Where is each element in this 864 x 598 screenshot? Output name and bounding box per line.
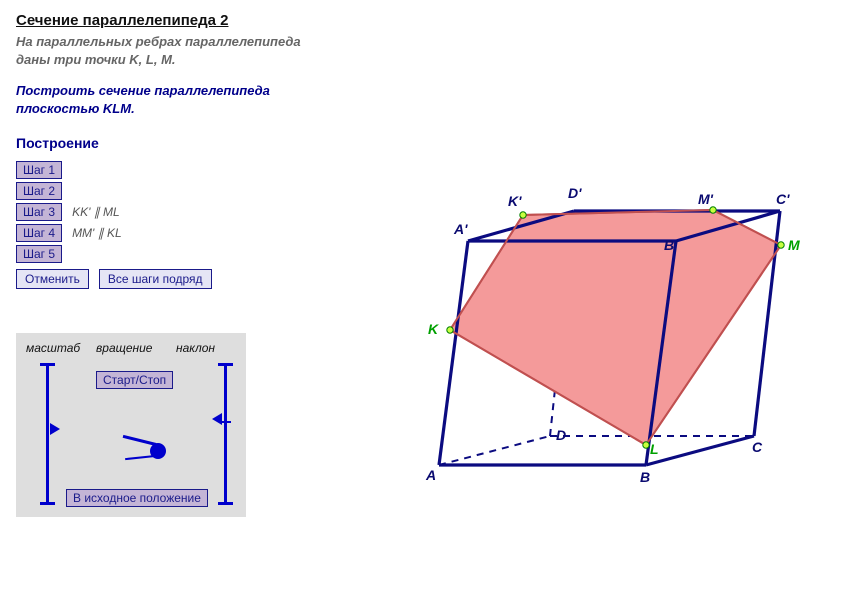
task-line2: плоскостью KLM. xyxy=(16,101,135,116)
control-panel: масштаб вращение наклон Старт/Стоп xyxy=(16,333,246,517)
rotation-dial[interactable] xyxy=(126,429,176,469)
problem-task: Построить сечение параллелепипеда плоско… xyxy=(16,82,848,117)
cancel-button[interactable]: Отменить xyxy=(16,269,89,289)
label-B: B xyxy=(640,469,650,485)
task-line1: Построить сечение параллелепипеда xyxy=(16,83,270,98)
label-Bp: B' xyxy=(664,237,677,253)
label-K: K xyxy=(428,321,438,337)
start-stop-button[interactable]: Старт/Стоп xyxy=(96,371,173,389)
label-A: A xyxy=(426,467,436,483)
step-3-button[interactable]: Шаг 3 xyxy=(16,203,62,221)
tilt-slider-thumb[interactable] xyxy=(212,413,222,425)
scale-slider[interactable] xyxy=(40,363,54,505)
label-Mp: M' xyxy=(698,191,713,207)
step-3-note: KK' ∥ ML xyxy=(72,205,120,219)
diagram[interactable]: A' K' D' B' M' C' M K D L A B C xyxy=(376,155,816,515)
step-5-button[interactable]: Шаг 5 xyxy=(16,245,62,263)
scale-slider-thumb[interactable] xyxy=(50,423,60,435)
reset-button[interactable]: В исходное положение xyxy=(66,489,208,507)
label-M: M xyxy=(788,237,800,253)
scale-label: масштаб xyxy=(26,341,96,355)
parallelepiped-svg xyxy=(376,155,816,515)
problem-given: На параллельных ребрах параллелепипеда д… xyxy=(16,33,848,68)
page-title: Сечение параллелепипеда 2 xyxy=(16,12,848,29)
construction-heading: Построение xyxy=(16,135,336,151)
label-L: L xyxy=(650,441,659,457)
rotation-label: вращение xyxy=(96,341,176,355)
tilt-label: наклон xyxy=(176,341,236,355)
given-line1: На параллельных ребрах параллелепипеда xyxy=(16,34,301,49)
label-C: C xyxy=(752,439,762,455)
step-4-note: MM' ∥ KL xyxy=(72,226,122,240)
step-1-button[interactable]: Шаг 1 xyxy=(16,161,62,179)
step-4-button[interactable]: Шаг 4 xyxy=(16,224,62,242)
label-Ap: A' xyxy=(454,221,467,237)
label-D: D xyxy=(556,427,566,443)
step-2-button[interactable]: Шаг 2 xyxy=(16,182,62,200)
tilt-slider[interactable] xyxy=(218,363,232,505)
given-line2: даны три точки K, L, M. xyxy=(16,52,176,67)
label-Cp: C' xyxy=(776,191,789,207)
all-steps-button[interactable]: Все шаги подряд xyxy=(99,269,212,289)
label-Dp: D' xyxy=(568,185,581,201)
label-Kp: K' xyxy=(508,193,521,209)
